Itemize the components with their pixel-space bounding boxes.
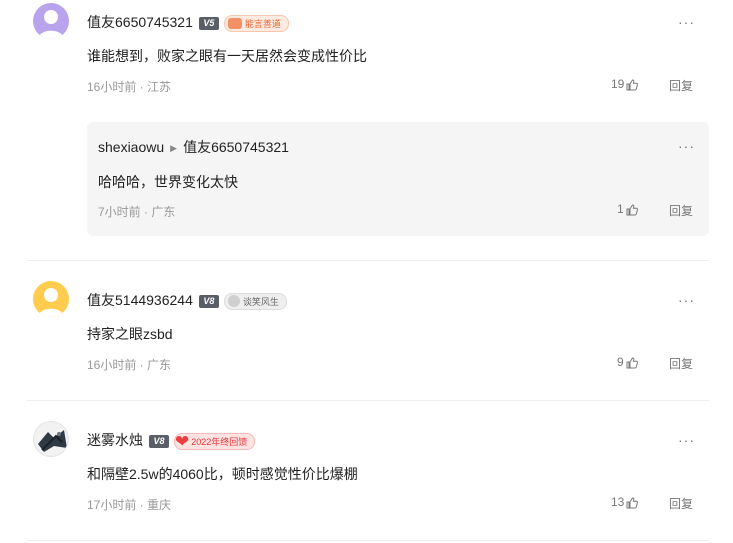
avatar[interactable] [33,3,69,39]
like-count: 13 [611,495,625,509]
medal-icon [227,17,242,29]
thumb-up-icon [626,79,639,91]
divider [27,260,709,261]
comment-meta: 16小时前 · 江苏 [87,80,172,94]
username-text[interactable]: 值友5144936244 [87,292,193,308]
username[interactable]: 值友6650745321 V5 能言善道 [87,12,289,32]
like-count: 9 [617,355,624,369]
reply-button[interactable]: 回复 [669,202,693,219]
reply-button[interactable]: 回复 [669,77,693,94]
medal-badge: 谈笑风生 [223,292,287,310]
like-count: 1 [617,202,624,216]
comment-meta: 16小时前 · 广东 [87,358,172,372]
username[interactable]: 迷雾水烛 V8 ❤ 2022年终回馈 [87,430,256,451]
sub-reply-username[interactable]: shexiaowu [98,139,164,155]
sub-reply-header: shexiaowu ▶ 值友6650745321 [98,137,289,157]
more-icon[interactable]: ··· [678,293,695,307]
divider [27,400,709,401]
username-text[interactable]: 值友6650745321 [87,14,193,30]
sub-reply-text: 哈哈哈，世界变化太快 [98,174,238,190]
arrow-right-icon: ▶ [170,142,178,153]
medal-icon [227,295,240,308]
like-button[interactable]: 1 [617,202,638,216]
like-button[interactable]: 19 [611,77,639,91]
comment-text: 谁能想到，败家之眼有一天居然会变成性价比 [87,48,367,64]
medal-badge: ❤ 2022年终回馈 [174,431,256,451]
like-button[interactable]: 9 [617,355,638,369]
level-badge: V8 [198,294,219,308]
comment-text: 和隔壁2.5w的4060比，顿时感觉性价比爆棚 [87,466,358,482]
medal-label: 2022年终回馈 [191,436,248,447]
more-icon[interactable]: ··· [678,139,695,153]
sub-reply: shexiaowu ▶ 值友6650745321 ··· 哈哈哈，世界变化太快 7小… [87,122,709,236]
reply-to-username[interactable]: 值友6650745321 [183,139,289,155]
reply-button[interactable]: 回复 [669,495,693,512]
level-badge: V5 [198,16,219,30]
comment-text: 持家之眼zsbd [87,326,173,342]
thumb-up-icon [626,497,639,509]
medal-label: 能言善道 [244,18,281,29]
comment-meta: 17小时前 · 重庆 [87,498,172,512]
like-button[interactable]: 13 [611,495,639,509]
level-badge: V8 [149,434,169,448]
heart-icon: ❤ [175,431,190,451]
medal-label: 谈笑风生 [242,296,279,307]
divider [27,540,709,541]
avatar[interactable] [33,281,69,317]
username[interactable]: 值友5144936244 V8 谈笑风生 [87,290,287,310]
avatar[interactable] [33,421,69,457]
medal-badge: 能言善道 [223,14,289,32]
like-count: 19 [611,77,625,91]
sub-reply-meta: 7小时前 · 广东 [98,205,176,219]
thumb-up-icon [626,204,638,216]
more-icon[interactable]: ··· [678,433,695,447]
more-icon[interactable]: ··· [678,15,695,29]
reply-button[interactable]: 回复 [669,355,693,372]
username-text[interactable]: 迷雾水烛 [87,432,143,448]
thumb-up-icon [626,357,638,369]
